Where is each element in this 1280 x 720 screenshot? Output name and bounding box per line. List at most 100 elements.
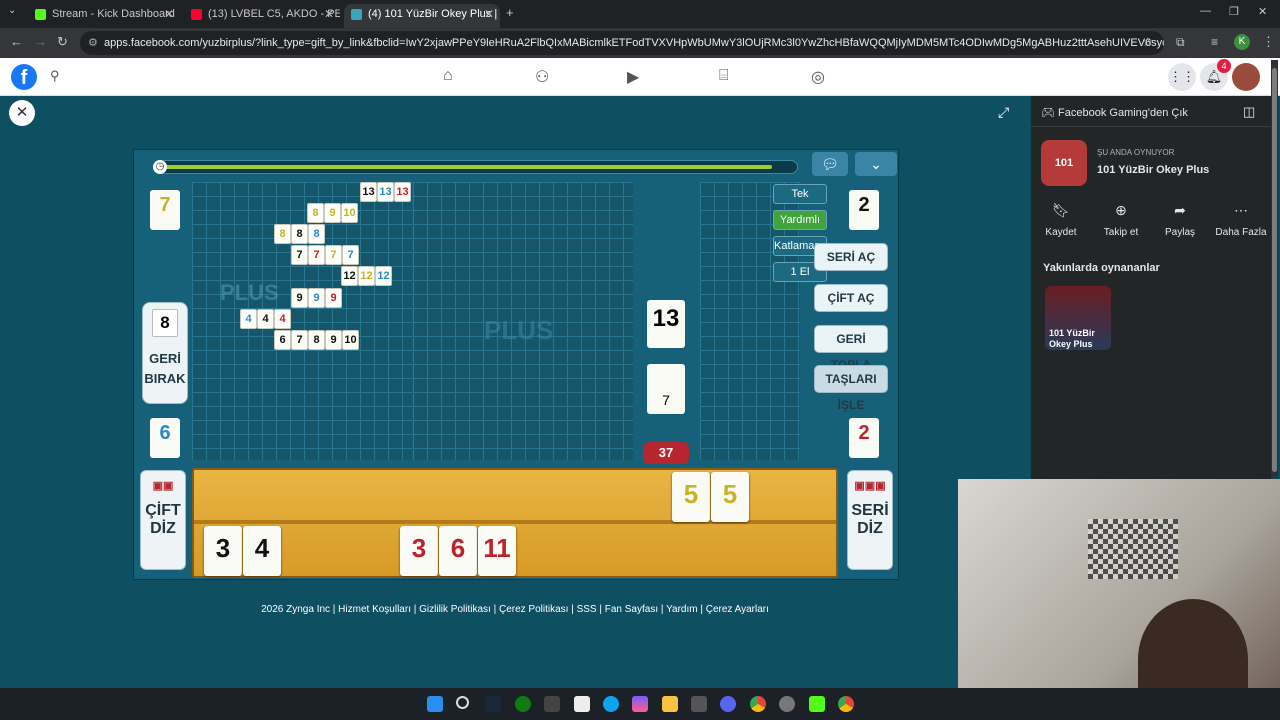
table-tile[interactable]: 9 bbox=[291, 288, 308, 308]
close-tab-icon[interactable]: ✕ bbox=[324, 4, 334, 24]
taslari-isle-button[interactable]: TAŞLARI İŞLE bbox=[814, 365, 888, 412]
seri-ac-button[interactable]: SERİ AÇ bbox=[814, 243, 888, 271]
apps-menu-icon[interactable]: ⋮⋮ bbox=[1168, 63, 1196, 91]
table-tile[interactable]: 8 bbox=[307, 203, 324, 223]
table-tile[interactable]: 7 bbox=[308, 245, 325, 265]
close-tab-icon[interactable]: ✕ bbox=[484, 4, 494, 24]
tab-okey[interactable]: (4) 101 YüzBir Okey Plus | Faceb ✕ bbox=[344, 4, 500, 28]
tab-kick[interactable]: Stream - Kick Dashboard ✕ bbox=[28, 4, 180, 28]
facebook-logo-icon[interactable]: f bbox=[11, 64, 37, 90]
reading-list-icon[interactable]: ≡ bbox=[1211, 35, 1218, 49]
chrome-icon[interactable] bbox=[750, 696, 766, 712]
share-action[interactable]: ➦ Paylaş bbox=[1155, 202, 1205, 238]
obs-icon[interactable] bbox=[779, 696, 795, 712]
rack-tile[interactable]: 6 bbox=[439, 526, 477, 576]
table-tile[interactable]: 8 bbox=[308, 330, 325, 350]
chevron-down-icon[interactable]: ⌄ bbox=[855, 152, 897, 176]
footer-links[interactable]: 2026 Zynga Inc | Hizmet Koşulları | Gizl… bbox=[0, 604, 1030, 615]
table-tile[interactable]: 6 bbox=[274, 330, 291, 350]
maximize-icon[interactable]: ❐ bbox=[1229, 5, 1239, 18]
store-icon[interactable] bbox=[691, 696, 707, 712]
taskbar-search-icon[interactable] bbox=[456, 696, 469, 709]
app-icon[interactable] bbox=[544, 696, 560, 712]
forward-icon[interactable]: → bbox=[34, 34, 47, 49]
exit-gaming-link[interactable]: 🎮︎ Facebook Gaming'den Çık bbox=[1041, 106, 1188, 119]
table-tile[interactable]: 8 bbox=[274, 224, 291, 244]
game-logo-icon[interactable]: 101 bbox=[1041, 140, 1087, 186]
close-window-icon[interactable]: ✕ bbox=[1258, 5, 1267, 18]
tab-youtube[interactable]: (13) LVBEL C5, AKDO - PEK ✕ bbox=[184, 4, 340, 28]
table-tile[interactable]: 12 bbox=[358, 266, 375, 286]
chrome-active-icon[interactable] bbox=[838, 696, 854, 712]
table-tile[interactable]: 10 bbox=[342, 330, 359, 350]
table-tile[interactable]: 8 bbox=[308, 224, 325, 244]
table-tile[interactable]: 4 bbox=[257, 309, 274, 329]
close-game-icon[interactable]: ✕ bbox=[9, 100, 35, 126]
file-explorer-icon[interactable] bbox=[662, 696, 678, 712]
minimize-icon[interactable]: — bbox=[1200, 5, 1211, 17]
follow-action[interactable]: ⊕ Takip et bbox=[1095, 202, 1147, 238]
chat-icon[interactable]: 💬︎ bbox=[812, 152, 848, 176]
site-info-icon[interactable]: ⚙ bbox=[88, 31, 98, 55]
rack-tile[interactable]: 4 bbox=[243, 526, 281, 576]
avatar[interactable] bbox=[1232, 63, 1260, 91]
cift-ac-button[interactable]: ÇİFT AÇ bbox=[814, 284, 888, 312]
marketplace-icon[interactable]: ⌸ bbox=[719, 67, 729, 85]
extensions-icon[interactable]: ⧉ bbox=[1176, 35, 1185, 50]
back-icon[interactable]: ← bbox=[10, 34, 23, 49]
more-action[interactable]: ⋯ Daha Fazla bbox=[1213, 202, 1269, 238]
rack-tile[interactable]: 5 bbox=[672, 472, 710, 522]
rack-tile[interactable]: 3 bbox=[400, 526, 438, 576]
rack-tile[interactable]: 5 bbox=[711, 472, 749, 522]
save-action[interactable]: 🔖︎ Kaydet bbox=[1037, 202, 1085, 238]
seri-diz-button[interactable]: ▣▣▣ SERİ DİZ bbox=[847, 470, 893, 570]
table-tile[interactable]: 10 bbox=[341, 203, 358, 223]
deck-tile[interactable]: 7 bbox=[647, 364, 685, 414]
search-icon[interactable]: ⚲ bbox=[50, 68, 60, 84]
table-tile[interactable]: 9 bbox=[325, 288, 342, 308]
reload-icon[interactable]: ↻ bbox=[57, 34, 68, 50]
table-tile[interactable]: 4 bbox=[274, 309, 291, 329]
bookmark-star-icon[interactable]: ☆ bbox=[1142, 35, 1153, 49]
steam-icon[interactable] bbox=[485, 696, 501, 712]
video-icon[interactable]: ▶ bbox=[627, 67, 639, 87]
table-tile[interactable]: 7 bbox=[342, 245, 359, 265]
xbox-icon[interactable] bbox=[515, 696, 531, 712]
edge-icon[interactable] bbox=[603, 696, 619, 712]
close-tab-icon[interactable]: ✕ bbox=[164, 4, 174, 24]
kick-app-icon[interactable] bbox=[809, 696, 825, 712]
table-tile[interactable]: 9 bbox=[308, 288, 325, 308]
notepad-icon[interactable] bbox=[574, 696, 590, 712]
cift-diz-button[interactable]: ▣▣ ÇİFT DİZ bbox=[140, 470, 186, 570]
discard-button[interactable]: 8 GERİ BIRAK bbox=[142, 302, 188, 404]
rack-tile[interactable]: 11 bbox=[478, 526, 516, 576]
table-tile[interactable]: 12 bbox=[341, 266, 358, 286]
scrollbar[interactable] bbox=[1271, 60, 1278, 478]
table-tile[interactable]: 8 bbox=[291, 224, 308, 244]
discord-icon[interactable] bbox=[720, 696, 736, 712]
table-tile[interactable]: 9 bbox=[325, 330, 342, 350]
table-tile[interactable]: 7 bbox=[291, 330, 308, 350]
windows-start-icon[interactable] bbox=[427, 696, 443, 712]
table-tile[interactable]: 13 bbox=[360, 182, 377, 202]
profile-avatar[interactable]: K bbox=[1234, 34, 1250, 50]
table-tile[interactable]: 4 bbox=[240, 309, 257, 329]
table-tile[interactable]: 7 bbox=[291, 245, 308, 265]
friends-icon[interactable]: ⚇ bbox=[535, 67, 549, 87]
menu-dots-icon[interactable]: ⋮ bbox=[1262, 34, 1275, 50]
nearby-game-card[interactable]: 101 YüzBir Okey Plus bbox=[1045, 286, 1111, 350]
scrollbar-thumb[interactable] bbox=[1272, 68, 1277, 472]
geri-topla-button[interactable]: GERİ TOPLA bbox=[814, 325, 888, 372]
home-icon[interactable]: ⌂ bbox=[443, 67, 453, 85]
table-tile[interactable]: 12 bbox=[375, 266, 392, 286]
copilot-icon[interactable] bbox=[632, 696, 648, 712]
table-tile[interactable]: 13 bbox=[377, 182, 394, 202]
table-tile[interactable]: 13 bbox=[394, 182, 411, 202]
table-tile[interactable]: 7 bbox=[325, 245, 342, 265]
new-tab-icon[interactable]: + bbox=[506, 5, 514, 20]
sidebar-toggle-icon[interactable]: ◫ bbox=[1243, 104, 1255, 120]
table-tile[interactable]: 9 bbox=[324, 203, 341, 223]
address-input[interactable]: ⚙ apps.facebook.com/yuzbirplus/?link_typ… bbox=[80, 31, 1164, 55]
fullscreen-icon[interactable]: ⤢ bbox=[998, 104, 1009, 121]
tab-search-icon[interactable]: ⌄ bbox=[8, 5, 16, 16]
